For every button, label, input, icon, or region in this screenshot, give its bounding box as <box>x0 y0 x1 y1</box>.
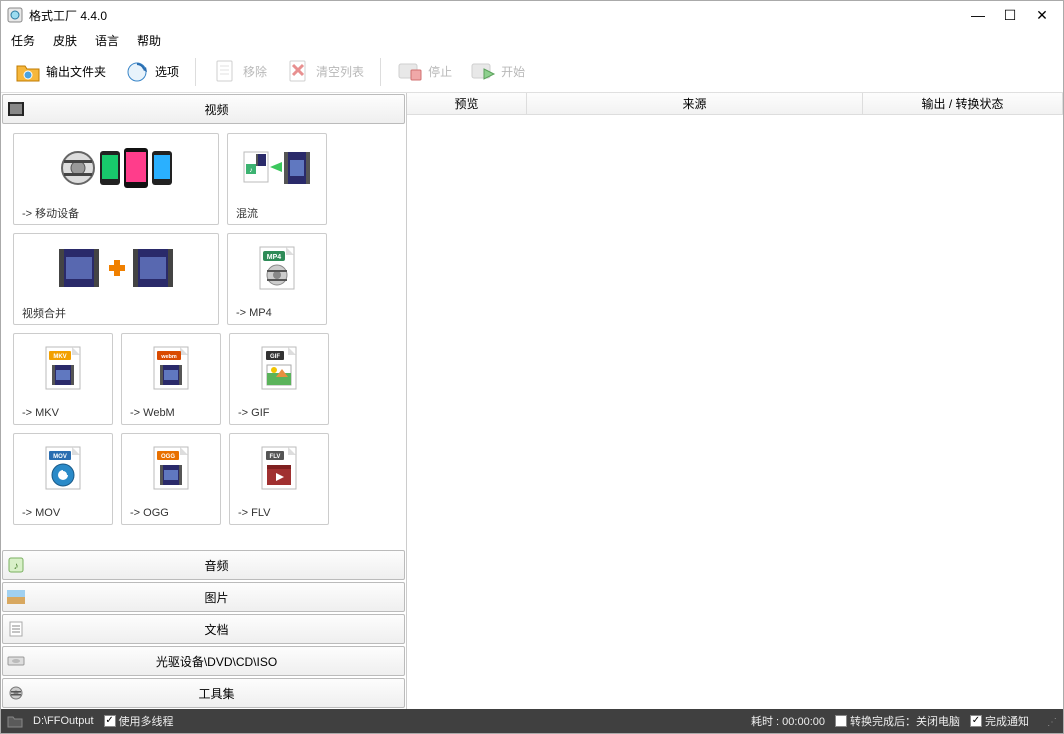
accordion-video[interactable]: 视频 <box>2 94 405 124</box>
audio-category-icon: ♪ <box>3 557 29 573</box>
tile-mov[interactable]: MOV -> MOV <box>13 433 113 525</box>
tile-mov-label: -> MOV <box>14 502 112 524</box>
shutdown-checkbox[interactable]: 转换完成后：关闭电脑 <box>835 713 960 729</box>
svg-text:MP4: MP4 <box>267 254 282 261</box>
tile-video-merge-label: 视频合并 <box>14 302 218 324</box>
close-button[interactable]: ✕ <box>1033 7 1051 24</box>
tile-mux-label: 混流 <box>228 202 326 224</box>
svg-text:MKV: MKV <box>53 354 66 360</box>
document-category-icon <box>3 621 29 637</box>
options-button[interactable]: 选项 <box>118 56 185 88</box>
menu-bar: 任务 皮肤 语言 帮助 <box>1 29 1063 51</box>
tile-mp4-label: -> MP4 <box>228 302 326 324</box>
tile-mux[interactable]: ♪ 混流 <box>227 133 327 225</box>
accordion-audio[interactable]: ♪ 音频 <box>2 550 405 580</box>
tile-video-merge[interactable]: 视频合并 <box>13 233 219 325</box>
start-label: 开始 <box>501 63 525 80</box>
tile-mp4[interactable]: MP4 -> MP4 <box>227 233 327 325</box>
clear-list-label: 清空列表 <box>316 63 364 80</box>
maximize-button[interactable]: ☐ <box>1001 7 1019 24</box>
svg-text:♪: ♪ <box>14 561 19 572</box>
resize-grip[interactable]: ⋰ <box>1043 714 1057 728</box>
options-icon <box>124 59 150 85</box>
task-list-body[interactable] <box>407 115 1063 709</box>
col-source[interactable]: 来源 <box>527 93 863 114</box>
remove-icon <box>212 59 238 85</box>
notify-checkbox[interactable]: ✓ 完成通知 <box>970 713 1029 729</box>
output-folder-label: 输出文件夹 <box>46 63 106 80</box>
svg-text:MOV: MOV <box>53 454 67 460</box>
clear-list-icon <box>285 59 311 85</box>
toolbar-separator <box>195 58 196 86</box>
toolbar: 输出文件夹 选项 移除 清空列表 停止 开始 <box>1 51 1063 93</box>
notify-label: 完成通知 <box>985 713 1029 729</box>
accordion-image[interactable]: 图片 <box>2 582 405 612</box>
elapsed-time: 耗时 : 00:00:00 <box>751 713 825 729</box>
accordion-document[interactable]: 文档 <box>2 614 405 644</box>
menu-language[interactable]: 语言 <box>95 32 119 49</box>
status-bar: D:\FFOutput ✓ 使用多线程 耗时 : 00:00:00 转换完成后：… <box>1 709 1063 733</box>
left-panel: 视频 <box>1 93 407 709</box>
title-bar: 格式工厂 4.4.0 — ☐ ✕ <box>1 1 1063 29</box>
menu-skin[interactable]: 皮肤 <box>53 32 77 49</box>
task-list-panel: 预览 来源 输出 / 转换状态 <box>407 93 1063 709</box>
tile-mkv-label: -> MKV <box>14 402 112 424</box>
accordion-drive-label: 光驱设备\DVD\CD\ISO <box>29 653 404 670</box>
stop-button[interactable]: 停止 <box>391 56 458 88</box>
accordion-video-label: 视频 <box>29 101 404 118</box>
stop-label: 停止 <box>428 63 452 80</box>
svg-text:FLV: FLV <box>270 454 281 460</box>
start-icon <box>470 59 496 85</box>
menu-task[interactable]: 任务 <box>11 32 35 49</box>
svg-text:♪: ♪ <box>249 167 253 174</box>
content-area: 视频 <box>1 93 1063 709</box>
output-folder-button[interactable]: 输出文件夹 <box>9 56 112 88</box>
svg-text:OGG: OGG <box>161 454 175 460</box>
drive-category-icon <box>3 654 29 668</box>
stop-icon <box>397 59 423 85</box>
clear-list-button[interactable]: 清空列表 <box>279 56 370 88</box>
col-preview[interactable]: 预览 <box>407 93 527 114</box>
accordion-toolkit[interactable]: 工具集 <box>2 678 405 708</box>
tile-webm-label: -> WebM <box>122 402 220 424</box>
accordion-drive[interactable]: 光驱设备\DVD\CD\ISO <box>2 646 405 676</box>
multithread-checkbox[interactable]: ✓ 使用多线程 <box>104 713 174 729</box>
output-path[interactable]: D:\FFOutput <box>33 715 94 727</box>
multithread-label: 使用多线程 <box>119 713 174 729</box>
tile-flv-label: -> FLV <box>230 502 328 524</box>
video-category-icon <box>3 101 29 117</box>
tile-ogg[interactable]: OGG -> OGG <box>121 433 221 525</box>
tile-mobile-device[interactable]: -> 移动设备 <box>13 133 219 225</box>
video-tiles-area: -> 移动设备 ♪ 混流 <box>1 125 406 549</box>
tile-ogg-label: -> OGG <box>122 502 220 524</box>
remove-label: 移除 <box>243 63 267 80</box>
svg-text:GIF: GIF <box>270 354 280 360</box>
remove-button[interactable]: 移除 <box>206 56 273 88</box>
folder-icon <box>15 59 41 85</box>
toolbar-separator <box>380 58 381 86</box>
accordion-image-label: 图片 <box>29 589 404 606</box>
toolkit-category-icon <box>3 685 29 701</box>
shutdown-label: 转换完成后：关闭电脑 <box>850 713 960 729</box>
window-title: 格式工厂 4.4.0 <box>29 7 107 24</box>
options-label: 选项 <box>155 63 179 80</box>
image-category-icon <box>3 590 29 604</box>
tile-webm[interactable]: webm -> WebM <box>121 333 221 425</box>
tile-gif-label: -> GIF <box>230 402 328 424</box>
tile-gif[interactable]: GIF -> GIF <box>229 333 329 425</box>
accordion-toolkit-label: 工具集 <box>29 685 404 702</box>
svg-text:webm: webm <box>160 354 177 360</box>
col-status[interactable]: 输出 / 转换状态 <box>863 93 1063 114</box>
app-icon <box>7 7 23 23</box>
accordion-audio-label: 音频 <box>29 557 404 574</box>
accordion-document-label: 文档 <box>29 621 404 638</box>
menu-help[interactable]: 帮助 <box>137 32 161 49</box>
tile-flv[interactable]: FLV -> FLV <box>229 433 329 525</box>
list-headers: 预览 来源 输出 / 转换状态 <box>407 93 1063 115</box>
minimize-button[interactable]: — <box>969 7 987 24</box>
tile-mobile-device-label: -> 移动设备 <box>14 202 218 224</box>
output-folder-status-icon[interactable] <box>7 714 23 728</box>
start-button[interactable]: 开始 <box>464 56 531 88</box>
tile-mkv[interactable]: MKV -> MKV <box>13 333 113 425</box>
